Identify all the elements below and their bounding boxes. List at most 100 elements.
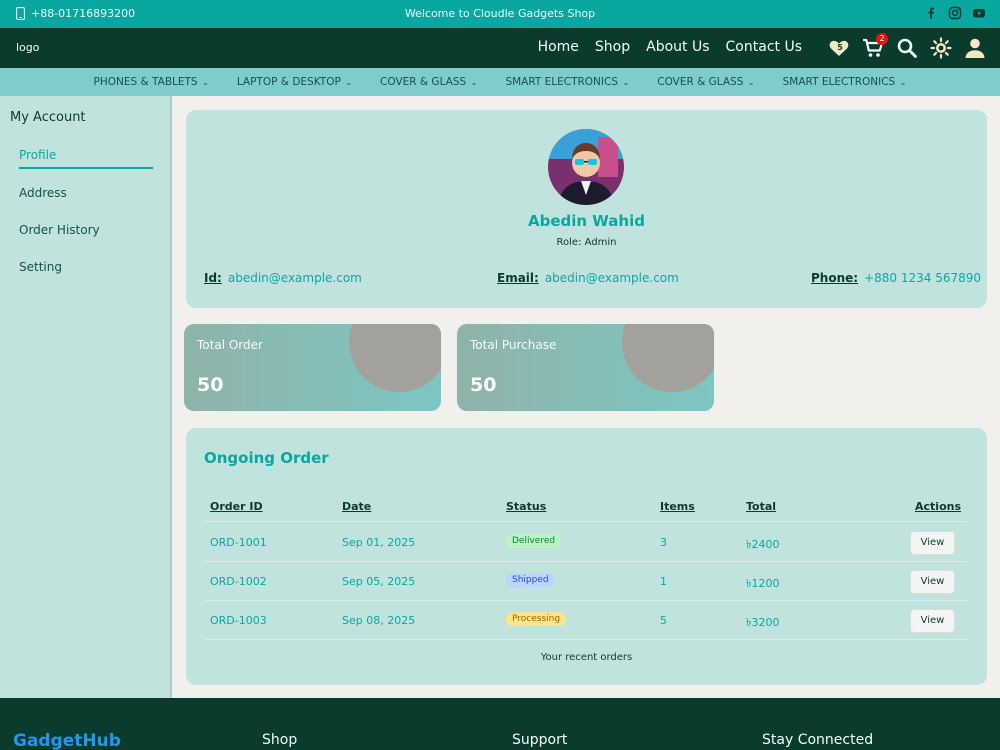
col-order-id: Order ID [210,500,263,513]
stat-value: 50 [470,374,497,396]
sidebar-item-setting[interactable]: Setting [19,260,62,274]
order-date: Sep 08, 2025 [342,614,416,627]
site-logo[interactable]: logo [16,41,40,54]
phone-value: +880 1234 567890 [864,271,981,285]
phone-label: Phone: [811,271,859,285]
profile-email: Email: abedin@example.com [497,271,679,285]
nav-link-shop[interactable]: Shop [595,39,630,55]
order-id: ORD-1003 [210,614,267,627]
col-date: Date [342,500,372,513]
category-smart-electronics-2[interactable]: SMART ELECTRONICS ⌄ [769,68,921,96]
footer-col-support: Support [512,732,568,748]
chevron-down-icon: ⌄ [199,78,209,87]
stat-value: 50 [197,374,224,396]
category-label: COVER & GLASS [657,76,744,88]
cart-count-badge: 2 [876,33,888,45]
footer-brand[interactable]: GadgetHub [13,731,121,750]
youtube-icon[interactable] [972,6,986,20]
nav-menu: Home Shop About Us Contact Us [538,39,802,55]
orders-table-header: Order ID Date Status Items Total Actions [204,500,967,522]
footer: GadgetHub Shop Support Stay Connected [0,698,1000,750]
welcome-text: Welcome to Cloudle Gadgets Shop [404,7,596,20]
category-cover-glass[interactable]: COVER & GLASS ⌄ [366,68,491,96]
status-badge: Delivered [506,534,562,548]
col-total: Total [746,500,777,513]
sidebar-item-address[interactable]: Address [19,186,67,200]
footer-col-shop: Shop [262,732,298,748]
order-date: Sep 05, 2025 [342,575,416,588]
order-id: ORD-1002 [210,575,267,588]
category-label: SMART ELECTRONICS [782,76,896,88]
theme-sun-icon[interactable] [930,37,952,59]
wishlist-count-badge: 5 [837,43,843,52]
category-phones-tablets[interactable]: PHONES & TABLETS ⌄ [80,68,223,96]
order-id: ORD-1001 [210,536,267,549]
top-bar: +88-01716893200 Welcome to Cloudle Gadge… [0,0,1000,28]
category-label: SMART ELECTRONICS [505,76,618,88]
nav-link-contact[interactable]: Contact Us [726,39,802,55]
email-value: abedin@example.com [544,271,679,285]
avatar [548,129,624,205]
chevron-down-icon: ⌄ [342,78,353,87]
user-account-icon[interactable] [964,37,986,59]
order-date: Sep 01, 2025 [342,536,416,549]
profile-name: Abedin Wahid [528,212,645,230]
category-label: COVER & GLASS [380,76,467,88]
sidebar-item-profile[interactable]: Profile [19,148,56,162]
table-row: ORD-1001 Sep 01, 2025 Delivered 3 ৳2400 … [204,523,967,562]
order-items: 5 [660,614,667,627]
view-order-button[interactable]: View [910,570,955,594]
col-items: Items [660,500,695,513]
col-status: Status [506,500,547,513]
status-badge: Processing [506,612,567,626]
category-bar: PHONES & TABLETS ⌄ LAPTOP & DESKTOP ⌄ CO… [0,68,1000,96]
ongoing-orders-card: Ongoing Order Order ID Date Status Items… [186,428,987,685]
total-purchase-card: Total Purchase 50 [457,324,714,411]
orders-title: Ongoing Order [204,449,329,467]
view-order-button[interactable]: View [910,609,955,633]
col-actions: Actions [915,500,961,513]
stat-label: Total Order [197,338,263,352]
footer-col-stay-connected: Stay Connected [762,732,874,748]
category-laptop-desktop[interactable]: LAPTOP & DESKTOP ⌄ [223,68,366,96]
order-items: 1 [660,575,667,588]
order-total: ৳3200 [746,616,780,629]
category-cover-glass-2[interactable]: COVER & GLASS ⌄ [643,68,768,96]
table-row: ORD-1002 Sep 05, 2025 Shipped 1 ৳1200 Vi… [204,562,967,601]
chevron-down-icon: ⌄ [897,78,907,87]
facebook-icon[interactable] [924,6,938,20]
decorative-circle [349,324,441,392]
profile-card: Abedin Wahid Role: Admin Id: abedin@examp… [186,110,987,308]
nav-icons: 5 2 [828,33,986,59]
account-sidebar: My Account Profile Address Order History… [0,96,172,698]
decorative-circle [622,324,714,392]
main-navbar: logo Home Shop About Us Contact Us 5 2 [0,28,1000,68]
wishlist-heart-icon[interactable]: 5 [828,37,850,59]
chevron-down-icon: ⌄ [620,78,630,87]
instagram-icon[interactable] [948,6,962,20]
stat-label: Total Purchase [470,338,557,352]
status-badge: Shipped [506,573,555,587]
order-total: ৳1200 [746,577,780,590]
cart-icon[interactable]: 2 [862,33,888,59]
sidebar-title: My Account [10,110,86,125]
search-icon[interactable] [896,37,918,59]
profile-role: Role: Admin [556,237,617,248]
chevron-down-icon: ⌄ [745,78,755,87]
category-label: LAPTOP & DESKTOP [236,76,341,88]
nav-link-about[interactable]: About Us [646,39,709,55]
profile-id: Id: abedin@example.com [204,271,362,285]
sidebar-item-order-history[interactable]: Order History [19,223,100,237]
order-total: ৳2400 [746,538,780,551]
table-caption: Your recent orders [540,652,633,663]
total-order-card: Total Order 50 [184,324,441,411]
view-order-button[interactable]: View [910,531,955,555]
chevron-down-icon: ⌄ [468,78,478,87]
category-smart-electronics[interactable]: SMART ELECTRONICS ⌄ [491,68,643,96]
table-row: ORD-1003 Sep 08, 2025 Processing 5 ৳3200… [204,601,967,640]
active-indicator [19,167,153,169]
nav-link-home[interactable]: Home [538,39,579,55]
category-label: PHONES & TABLETS [93,76,198,88]
email-label: Email: [497,271,539,285]
social-links [924,6,986,20]
